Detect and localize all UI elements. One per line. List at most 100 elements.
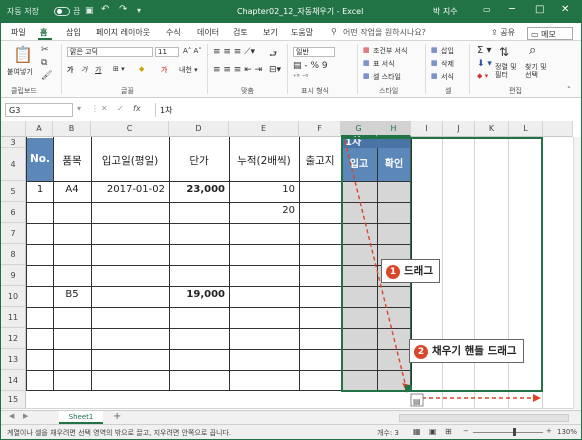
number-format-select[interactable]: 일반 xyxy=(293,47,335,57)
horizontal-scrollbar[interactable] xyxy=(399,414,569,422)
font-color-icon[interactable]: 가 xyxy=(161,65,167,75)
paste-label[interactable]: 붙여넣기 xyxy=(7,67,33,77)
zoom-out-icon[interactable]: − xyxy=(463,427,469,435)
window-title: Chapter02_12_자동채우기 - Excel xyxy=(237,7,364,16)
bold-icon[interactable]: 가 xyxy=(67,65,73,75)
formula-input[interactable]: 1차 xyxy=(155,103,575,117)
phonetic-icon[interactable]: 내천 ▾ xyxy=(179,65,198,75)
callout-fill-handle: 2 채우기 핸들 드래그 xyxy=(409,339,524,363)
format-painter-icon[interactable]: 🖌 xyxy=(41,71,52,81)
enter-icon[interactable]: ✓ xyxy=(117,104,124,113)
format-cells-icon: ▦ xyxy=(431,72,438,80)
autosum-icon[interactable]: Σ ▾ xyxy=(477,45,492,56)
cut-icon[interactable]: ✂ xyxy=(41,45,49,55)
tab-data[interactable]: 데이터 xyxy=(197,27,219,38)
restore-button[interactable]: □ xyxy=(535,4,544,15)
cancel-icon[interactable]: ✕ xyxy=(101,104,108,113)
share-label: 공유 xyxy=(500,28,515,37)
formula-bar: G3 ▾ ⋮ ✕ ✓ fx 1차 xyxy=(1,101,581,119)
sheet-tab-sheet1[interactable]: Sheet1 xyxy=(59,411,103,424)
share-button[interactable]: ⇪ 공유 xyxy=(491,27,515,38)
add-sheet-button[interactable]: + xyxy=(113,411,121,422)
tab-insert[interactable]: 삽입 xyxy=(66,27,81,38)
customize-qat-icon[interactable]: ▾ xyxy=(137,6,141,15)
step-number-1: 1 xyxy=(386,265,400,279)
merge-center-icon[interactable]: ⊟▾ xyxy=(269,65,281,75)
name-box-dropdown-icon[interactable]: ▾ xyxy=(77,104,81,113)
memo-button[interactable]: ▭ 메모 xyxy=(527,27,573,40)
copy-icon[interactable]: ⧉ xyxy=(41,58,47,68)
zoom-slider-thumb[interactable] xyxy=(513,428,516,436)
search-icon[interactable]: ⚲ xyxy=(331,27,337,36)
zoom-level[interactable]: 130% xyxy=(557,428,577,436)
number-group-label: 표시 형식 xyxy=(301,87,329,95)
user-name[interactable]: 박 지수 xyxy=(433,6,458,17)
minimize-button[interactable]: ─ xyxy=(509,4,515,15)
tab-file[interactable]: 파일 xyxy=(11,27,26,38)
decimal-icons[interactable]: ⁺⁰ ⁻⁰ xyxy=(293,73,308,81)
close-button[interactable]: ✕ xyxy=(561,4,569,15)
paste-icon[interactable]: 📋 xyxy=(13,45,33,64)
sort-filter-button[interactable]: 정렬 및 필터 xyxy=(495,63,523,79)
save-icon[interactable]: ▣ xyxy=(85,6,94,16)
table-format-button[interactable]: 표 서식 xyxy=(373,59,395,69)
wrap-text-icon[interactable]: ⮐ xyxy=(269,47,277,63)
cond-format-icon: ▦ xyxy=(363,46,370,54)
zoom-slider[interactable] xyxy=(473,432,543,433)
sort-filter-icon: ⇅ xyxy=(499,45,510,59)
accounting-percent-icons[interactable]: ▤ - % 9 xyxy=(293,61,328,71)
insert-function-icon[interactable]: fx xyxy=(133,104,141,113)
italic-icon[interactable]: 가 xyxy=(81,65,87,75)
status-bar: 계열이나 셀을 채우려면 선택 영역의 밖으로 끌고, 지우려면 안쪽으로 끕니… xyxy=(1,424,581,439)
autosave-label: 자동 저장 xyxy=(7,7,39,16)
tell-me-search[interactable]: 어떤 작업을 원하시나요? xyxy=(343,27,426,38)
fill-color-icon[interactable]: ◆ xyxy=(139,65,144,73)
conditional-format-button[interactable]: 조건부 서식 xyxy=(373,46,407,56)
sheet-tab-bar: ◀ ▶ Sheet1 + xyxy=(1,410,581,424)
tab-home[interactable]: 홈 xyxy=(40,27,47,38)
ribbon-display-icon[interactable]: ▭ xyxy=(483,5,491,14)
font-size-change-icons[interactable]: A˄ A˅ xyxy=(183,47,202,55)
underline-icon[interactable]: 가 xyxy=(95,65,101,75)
callout-fill-handle-text: 채우기 핸들 드래그 xyxy=(432,345,517,357)
collapse-ribbon-icon[interactable]: ˄ xyxy=(567,86,571,94)
zoom-in-icon[interactable]: + xyxy=(546,427,552,435)
delete-cells-button[interactable]: 삭제 xyxy=(441,59,454,69)
fill-handle[interactable] xyxy=(405,385,412,392)
autofill-options-glyph: ▤ xyxy=(413,397,421,406)
tab-formulas[interactable]: 수식 xyxy=(166,27,181,38)
horizontal-align-icons[interactable]: ≡ ≡ ≡ ⇤ ⇥ xyxy=(213,65,262,75)
normal-view-icon[interactable]: ▦ xyxy=(413,427,421,436)
group-separator xyxy=(207,44,208,94)
autosave-toggle[interactable] xyxy=(54,7,70,16)
insert-cells-button[interactable]: 삽입 xyxy=(441,46,454,56)
tab-review[interactable]: 검토 xyxy=(233,27,248,38)
undo-icon[interactable]: ↶ xyxy=(101,4,109,15)
vertical-scrollbar[interactable] xyxy=(573,137,581,409)
format-cells-button[interactable]: 서식 xyxy=(441,72,454,82)
clear-icon[interactable]: ◆ ▾ xyxy=(477,72,488,80)
tab-page-layout[interactable]: 페이지 레이아웃 xyxy=(96,27,150,38)
align-group-label: 맞춤 xyxy=(241,87,254,95)
sheet-nav-next-icon[interactable]: ▶ xyxy=(23,412,28,420)
redo-icon[interactable]: ↷ xyxy=(119,4,127,15)
cell-style-button[interactable]: 셀 스타일 xyxy=(373,72,401,82)
more-icon: ⋮ xyxy=(91,104,99,113)
fill-icon[interactable]: ⬇ ▾ xyxy=(477,59,492,69)
tab-view[interactable]: 보기 xyxy=(263,27,278,38)
page-break-view-icon[interactable]: ⊞ xyxy=(445,427,452,436)
callout-drag: 1 드래그 xyxy=(381,259,440,283)
name-box[interactable]: G3 xyxy=(5,103,73,117)
font-size-select[interactable]: 11 xyxy=(155,47,179,57)
page-layout-view-icon[interactable]: ▣ xyxy=(429,427,437,436)
sheet-nav-prev-icon[interactable]: ◀ xyxy=(9,412,14,420)
find-select-button[interactable]: 찾기 및 선택 xyxy=(525,63,555,79)
top-align-icons[interactable]: ≡ ≡ ≡ ⟋▾ xyxy=(213,47,255,57)
find-select-icon: ⌕ xyxy=(529,43,537,58)
border-icon[interactable]: ⊞ ▾ xyxy=(113,65,125,73)
edit-group-label: 편집 xyxy=(509,87,522,95)
tab-help[interactable]: 도움말 xyxy=(291,27,313,38)
table-format-icon: ▦ xyxy=(363,59,370,67)
group-separator xyxy=(61,44,62,94)
font-name-select[interactable]: 맑은 고딕 xyxy=(67,47,153,57)
